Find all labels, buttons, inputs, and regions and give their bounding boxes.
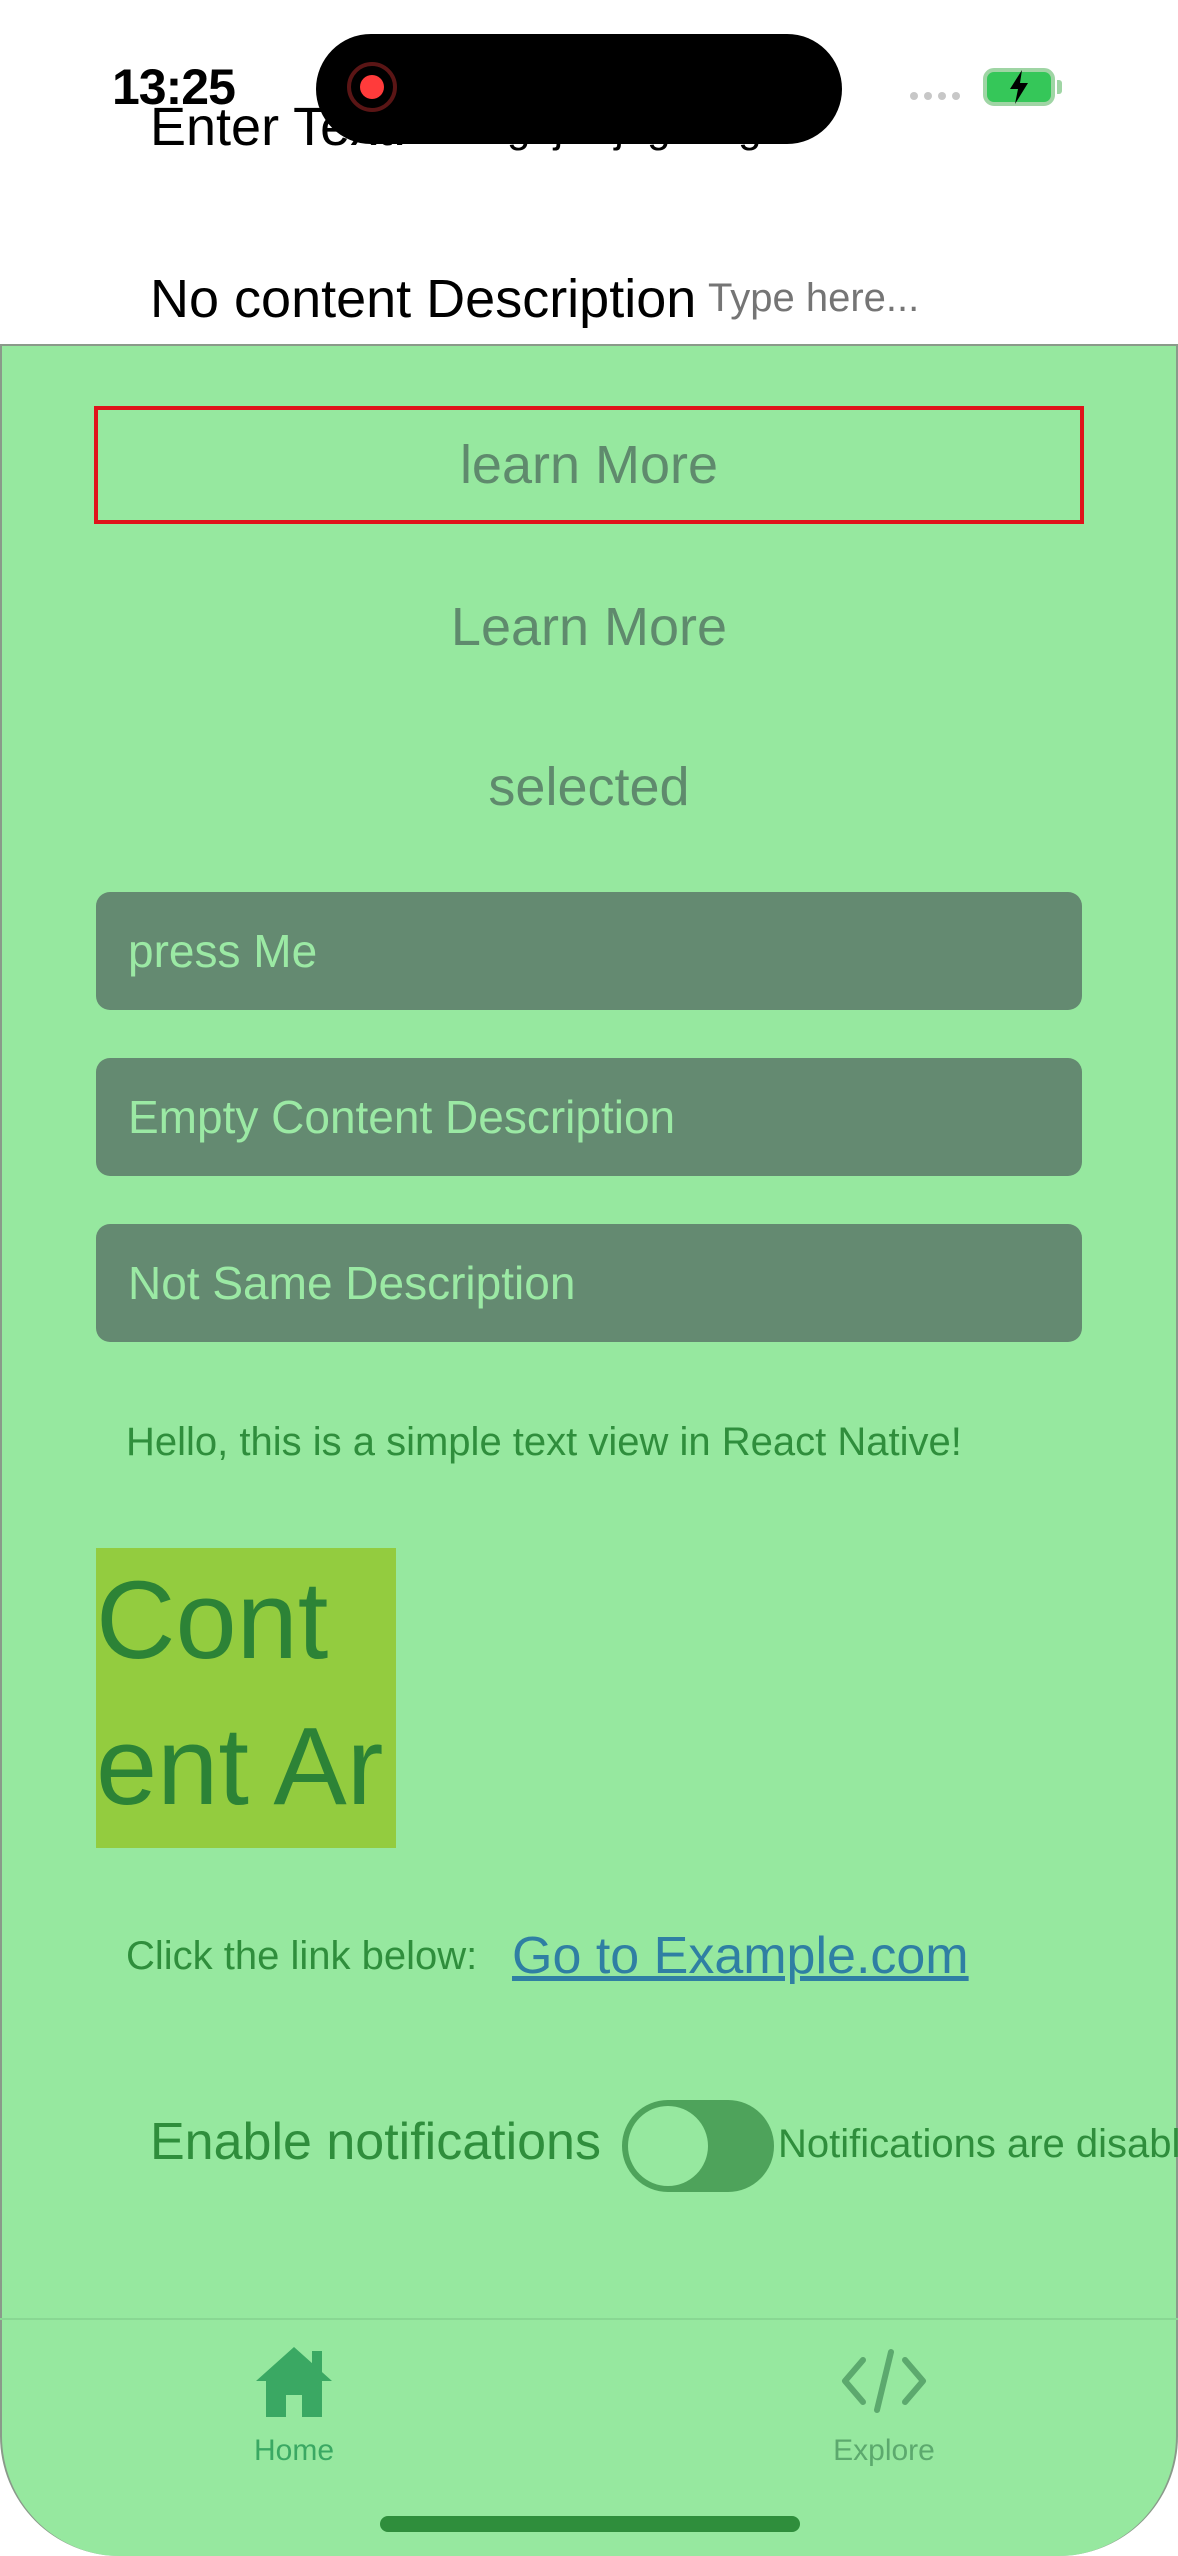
home-icon <box>194 2336 394 2426</box>
tab-explore[interactable]: Explore <box>784 2336 984 2468</box>
tab-home[interactable]: Home <box>194 2336 394 2468</box>
recording-icon <box>347 62 397 112</box>
toggle-knob <box>628 2106 708 2186</box>
charging-bolt-icon <box>1010 70 1028 104</box>
no-content-label: No content Description <box>150 269 697 329</box>
not-same-description-button[interactable]: Not Same Description <box>96 1224 1082 1342</box>
hello-text: Hello, this is a simple text view in Rea… <box>126 1420 962 1464</box>
no-content-input[interactable] <box>708 276 1158 321</box>
click-link-label: Click the link below: <box>126 1934 478 1978</box>
signal-icon <box>910 92 960 100</box>
learn-more-button[interactable]: Learn More <box>0 596 1178 658</box>
empty-content-button[interactable]: Empty Content Description <box>96 1058 1082 1176</box>
notifications-toggle[interactable] <box>622 2100 774 2192</box>
code-icon <box>784 2336 984 2426</box>
content-line-1: Cont <box>96 1559 329 1682</box>
content-area-box: Cont ent Ar <box>96 1548 396 1848</box>
press-me-button[interactable]: press Me <box>96 892 1082 1010</box>
home-indicator[interactable] <box>380 2516 800 2532</box>
tab-home-label: Home <box>253 2434 335 2467</box>
notifications-status: Notifications are disabled <box>778 2122 1178 2166</box>
selected-button[interactable]: selected <box>0 756 1178 818</box>
content-line-2: ent Ar <box>96 1705 384 1828</box>
notifications-label: Enable notifications <box>150 2113 601 2171</box>
tab-bar-divider <box>0 2318 1178 2320</box>
example-link[interactable]: Go to Example.com <box>512 1926 969 1986</box>
battery-cap <box>1057 80 1062 94</box>
learn-more-outlined-button[interactable]: learn More <box>94 406 1084 524</box>
tab-explore-label: Explore <box>833 2434 935 2467</box>
